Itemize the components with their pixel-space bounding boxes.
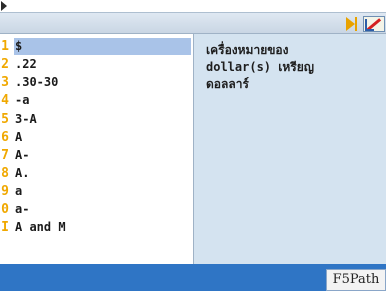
item-number: 3 (1, 75, 9, 90)
definition-panel: เครื่องหมายของ dollar(s) เหรียญ ดอลลาร์ (194, 34, 386, 264)
item-label: A (15, 130, 23, 144)
list-item[interactable]: I A and M (0, 219, 193, 236)
status-bar: F5Path (0, 264, 386, 291)
word-list[interactable]: 1 $ 2 .22 3 .30-30 4 -a 5 3-A 6 A 7 A- 8… (0, 34, 194, 264)
play-next-bar-icon (355, 17, 357, 31)
play-next-icon[interactable] (346, 17, 355, 31)
f5path-button[interactable]: F5Path (326, 269, 386, 291)
item-number: 6 (1, 130, 9, 145)
item-number: 5 (1, 112, 9, 127)
list-item[interactable]: 0 a- (0, 201, 193, 218)
list-item[interactable]: 4 -a (0, 92, 193, 109)
item-number: 4 (1, 93, 9, 108)
edit-icon[interactable] (363, 16, 385, 32)
list-item[interactable]: 5 3-A (0, 111, 193, 128)
item-label: .22 (15, 57, 37, 71)
item-number: 1 (1, 39, 9, 54)
list-item[interactable]: 2 .22 (0, 56, 193, 73)
item-number: 0 (1, 202, 9, 217)
list-item[interactable]: 6 A (0, 129, 193, 146)
item-label: -a (15, 93, 30, 107)
expand-caret-icon[interactable] (1, 1, 7, 11)
item-label: A and M (15, 220, 66, 234)
list-item[interactable]: 3 .30-30 (0, 74, 193, 91)
item-number: 7 (1, 148, 9, 163)
item-label: .30-30 (15, 75, 59, 89)
list-item[interactable]: 7 A- (0, 147, 193, 164)
item-label: 3-A (15, 112, 37, 126)
title-strip (0, 0, 386, 12)
item-label: a (15, 184, 23, 198)
item-label: A. (15, 166, 30, 180)
item-number: 9 (1, 184, 9, 199)
definition-text: เครื่องหมายของ dollar(s) เหรียญ ดอลลาร์ (206, 43, 314, 91)
list-item[interactable]: 1 $ (0, 38, 193, 55)
item-label: $ (14, 38, 191, 55)
item-label: a- (15, 202, 30, 216)
item-number: 2 (1, 57, 9, 72)
item-number: I (1, 220, 9, 235)
toolbar (0, 12, 386, 34)
item-number: 8 (1, 166, 9, 181)
list-item[interactable]: 9 a (0, 183, 193, 200)
list-item[interactable]: 8 A. (0, 165, 193, 182)
item-label: A- (15, 148, 30, 162)
